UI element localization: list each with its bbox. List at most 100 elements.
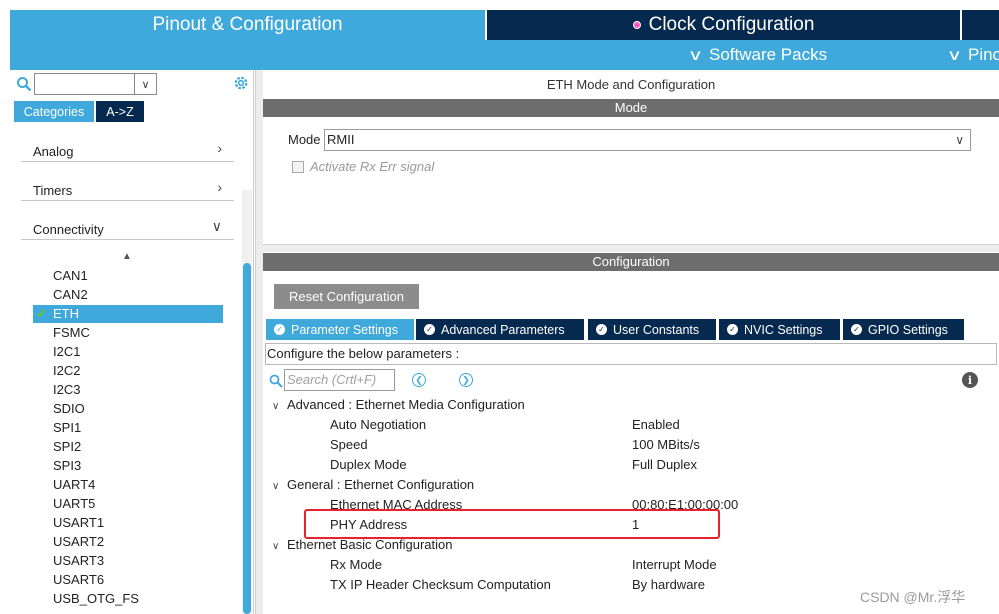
tab-label: User Constants <box>613 322 700 337</box>
param-value[interactable]: Full Duplex <box>632 457 697 472</box>
tab-categories[interactable]: Categories <box>14 101 94 122</box>
param-name[interactable]: Duplex Mode <box>330 457 407 472</box>
check-circle-icon: ✓ <box>596 324 607 335</box>
chevron-down-icon[interactable]: ∨ <box>134 74 156 94</box>
search-next-icon[interactable]: ❯ <box>459 373 473 387</box>
param-group-title: General : Ethernet Configuration <box>287 477 475 492</box>
list-item-label: FSMC <box>53 325 90 340</box>
category-connectivity[interactable]: Connectivity ∨ <box>21 214 234 240</box>
tab-gpio-settings[interactable]: ✓ GPIO Settings <box>843 319 964 340</box>
param-group-media[interactable]: ∨ Advanced : Ethernet Media Configuration <box>272 397 525 412</box>
scrollbar-thumb[interactable] <box>243 263 251 614</box>
list-item-label: USART1 <box>53 515 105 530</box>
list-item-spi3[interactable]: SPI3 <box>33 457 223 475</box>
configure-hint: Configure the below parameters : <box>265 343 997 365</box>
list-item-usart1[interactable]: USART1 <box>33 514 223 532</box>
check-circle-icon: ✓ <box>727 324 738 335</box>
gear-icon[interactable] <box>232 74 250 92</box>
list-item-usb-otg-fs[interactable]: USB_OTG_FS <box>33 590 223 608</box>
category-label: Analog <box>33 144 74 159</box>
list-item-usart3[interactable]: USART3 <box>33 552 223 570</box>
configuration-section-header: Configuration <box>263 253 999 271</box>
param-value[interactable]: By hardware <box>632 577 705 592</box>
list-item-label: I2C1 <box>53 344 81 359</box>
param-value[interactable]: Interrupt Mode <box>632 557 717 572</box>
list-item-usart6[interactable]: USART6 <box>33 571 223 589</box>
category-label: Connectivity <box>33 222 104 237</box>
pinout-menu[interactable]: ∨ Pino <box>946 45 999 65</box>
param-name[interactable]: TX IP Header Checksum Computation <box>330 577 551 592</box>
rx-err-checkbox[interactable] <box>292 161 304 173</box>
category-analog[interactable]: Analog › <box>21 136 234 162</box>
search-input[interactable]: ∨ <box>34 73 157 95</box>
category-label: Timers <box>33 183 73 198</box>
mode-select-value: RMII <box>327 132 355 147</box>
param-group-title: Ethernet Basic Configuration <box>287 537 453 552</box>
info-icon[interactable]: i <box>962 372 978 388</box>
param-group-basic[interactable]: ∨ Ethernet Basic Configuration <box>272 537 452 552</box>
category-timers[interactable]: Timers › <box>21 175 234 201</box>
status-dot-icon <box>632 21 641 29</box>
tab-pinout-configuration[interactable]: Pinout & Configuration <box>10 10 485 40</box>
param-name[interactable]: Auto Negotiation <box>330 417 426 432</box>
list-item-label: SPI1 <box>53 420 82 435</box>
list-item-label: USART6 <box>53 572 105 587</box>
param-name[interactable]: Speed <box>330 437 368 452</box>
mode-select[interactable]: RMII ∨ <box>324 129 971 151</box>
list-item-label: I2C2 <box>53 363 81 378</box>
list-item-label: SPI2 <box>53 439 82 454</box>
list-item-i2c2[interactable]: I2C2 <box>33 362 223 380</box>
categories-panel: ∨ Categories A->Z Analog › Timers › Conn… <box>10 70 254 614</box>
pinout-menu-label: Pino <box>967 45 999 64</box>
tab-label: Advanced Parameters <box>441 322 565 337</box>
tab-nvic-settings[interactable]: ✓ NVIC Settings <box>719 319 840 340</box>
list-item-label: USART2 <box>53 534 105 549</box>
list-item-spi1[interactable]: SPI1 <box>33 419 223 437</box>
scroll-up-icon[interactable]: ▲ <box>122 251 132 262</box>
list-item-label: CAN1 <box>53 268 88 283</box>
list-item-eth[interactable]: ✔ ETH <box>33 305 223 323</box>
list-item-sdio[interactable]: SDIO <box>33 400 223 418</box>
param-value[interactable]: Enabled <box>632 417 680 432</box>
tab-user-constants[interactable]: ✓ User Constants <box>588 319 716 340</box>
tab-clock-configuration[interactable]: Clock Configuration <box>487 10 960 40</box>
param-value[interactable]: 100 MBits/s <box>632 437 700 452</box>
list-item-can1[interactable]: CAN1 <box>33 267 223 285</box>
checkmark-icon: ✔ <box>36 306 47 321</box>
list-item-uart5[interactable]: UART5 <box>33 495 223 513</box>
list-item-fsmc[interactable]: FSMC <box>33 324 223 342</box>
parameter-search-input[interactable]: Search (Crtl+F) <box>284 369 395 391</box>
annotation-highlight-box <box>304 509 720 539</box>
tab-clock-label: Clock Configuration <box>648 14 815 35</box>
list-item-label: SDIO <box>53 401 85 416</box>
list-item-can2[interactable]: CAN2 <box>33 286 223 304</box>
search-icon <box>269 374 283 388</box>
list-item-label: ETH <box>53 306 79 321</box>
list-item-label: USART3 <box>53 553 105 568</box>
chevron-right-icon: › <box>217 179 222 195</box>
list-item-spi2[interactable]: SPI2 <box>33 438 223 456</box>
tab-advanced-parameters[interactable]: ✓ Advanced Parameters <box>416 319 584 340</box>
chevron-down-icon: ∨ <box>272 481 280 492</box>
reset-configuration-button[interactable]: Reset Configuration <box>274 284 419 309</box>
search-previous-icon[interactable]: ❮ <box>412 373 426 387</box>
list-item-label: SPI3 <box>53 458 82 473</box>
list-item-i2c1[interactable]: I2C1 <box>33 343 223 361</box>
tab-overflow[interactable] <box>962 10 999 40</box>
list-item-uart4[interactable]: UART4 <box>33 476 223 494</box>
list-item-usart2[interactable]: USART2 <box>33 533 223 551</box>
list-item-i2c3[interactable]: I2C3 <box>33 381 223 399</box>
section-divider[interactable] <box>263 244 999 252</box>
param-name[interactable]: Rx Mode <box>330 557 382 572</box>
software-packs-menu[interactable]: ∨ Software Packs <box>688 45 827 65</box>
mode-section-header: Mode <box>263 99 999 117</box>
chevron-down-icon: ∨ <box>955 133 964 147</box>
chevron-down-icon: ∨ <box>946 47 963 64</box>
panel-splitter[interactable] <box>255 70 263 614</box>
chevron-right-icon: › <box>217 140 222 156</box>
tab-a-z[interactable]: A->Z <box>96 101 144 122</box>
tab-parameter-settings[interactable]: ✓ Parameter Settings <box>266 319 414 340</box>
chevron-down-icon: ∨ <box>211 218 222 234</box>
search-icon[interactable] <box>16 76 32 92</box>
param-group-general[interactable]: ∨ General : Ethernet Configuration <box>272 477 474 492</box>
